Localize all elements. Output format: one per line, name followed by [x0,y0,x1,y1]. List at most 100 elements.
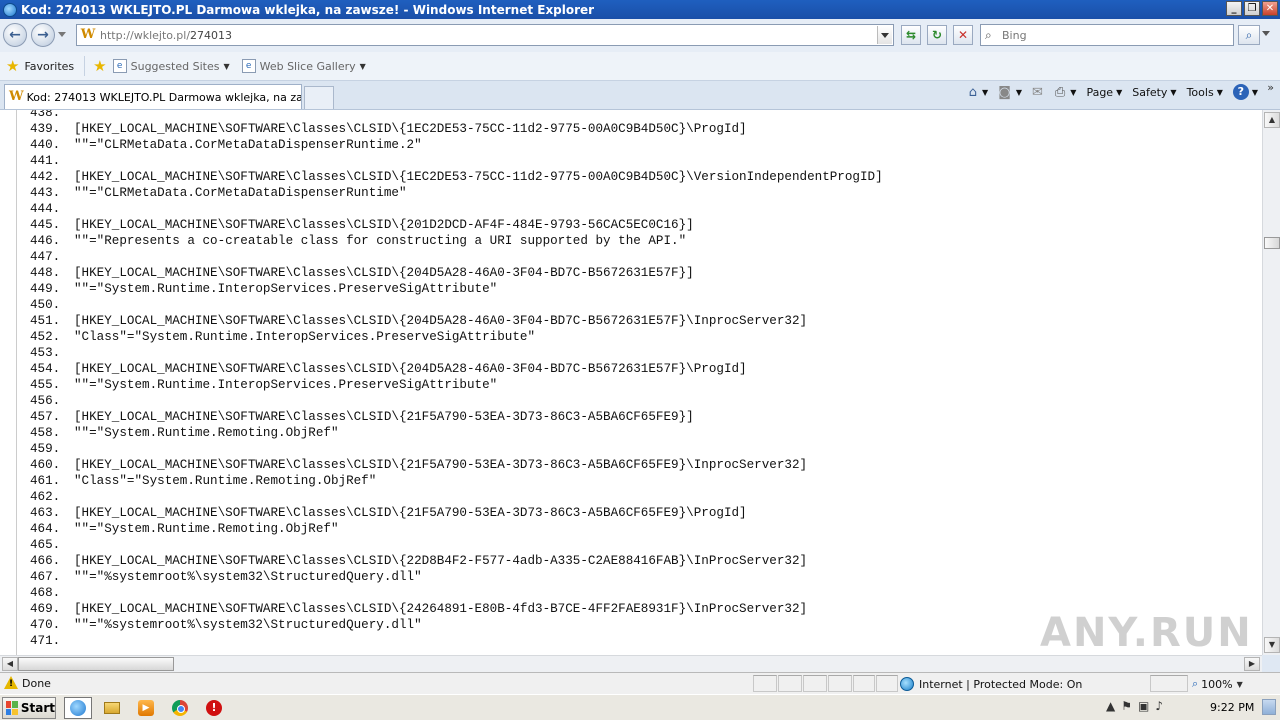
chevron-down-icon: ▼ [359,61,366,71]
horizontal-scrollbar[interactable]: ◀ ▶ [0,655,1262,672]
toolbar-overflow-icon[interactable]: » [1267,81,1274,94]
line-number: 442. [30,170,61,184]
network-icon[interactable]: ▣ [1138,699,1149,713]
scroll-down-icon[interactable]: ▼ [1264,637,1280,653]
favorites-button[interactable]: ★ Favorites [6,57,74,75]
address-url[interactable]: http://wklejto.pl/274013 [100,29,232,42]
taskbar-media-player-button[interactable]: ▶ [132,697,160,719]
restore-button[interactable]: ❐ [1244,1,1260,16]
horizontal-scroll-thumb[interactable] [18,657,174,671]
tray-expand-icon[interactable]: ▲ [1106,699,1115,713]
address-bar[interactable]: W http://wklejto.pl/274013 [76,24,894,46]
read-mail-button[interactable]: ✉ [1032,85,1045,100]
scroll-up-icon[interactable]: ▲ [1264,112,1280,128]
suggested-sites-icon: e [112,59,127,73]
suggested-sites-button[interactable]: e Suggested Sites ▼ [112,59,230,73]
scroll-left-icon[interactable]: ◀ [2,657,18,671]
code-line: 441. [30,153,883,169]
status-bar: ! Done Internet | Protected Mode: On ⌕ 1… [0,672,1280,694]
address-dropdown-icon[interactable] [877,26,892,44]
chevron-down-icon: ▼ [223,61,230,71]
show-desktop-button[interactable] [1262,699,1276,715]
status-cell [753,675,777,692]
ie-logo-icon [3,2,17,17]
tools-menu-label: Tools [1186,85,1214,99]
search-icon[interactable]: ⌕ [1238,25,1260,45]
code-line: 463. [HKEY_LOCAL_MACHINE\SOFTWARE\Classes… [30,505,883,521]
navigation-bar: ← → W http://wklejto.pl/274013 ⇆ ↻ ✕ ⌕ B… [0,19,1280,52]
page-menu-label: Page [1086,85,1114,99]
history-dropdown-icon[interactable] [58,32,66,37]
code-line: 452. "Class"="System.Runtime.InteropServi… [30,329,883,345]
printer-icon: ⎙ [1054,84,1066,100]
taskbar-explorer-button[interactable] [98,697,126,719]
refresh-icon[interactable]: ↻ [927,25,947,45]
vertical-scrollbar[interactable]: ▲ ▼ [1262,110,1280,655]
help-menu[interactable]: ? ▼ [1232,84,1258,100]
zoom-text: 100% [1201,677,1233,691]
home-icon: ⌂ [968,84,978,100]
line-text: [HKEY_LOCAL_MACHINE\SOFTWARE\Classes\CLS… [74,554,808,568]
line-number: 450. [30,298,61,312]
action-center-flag-icon[interactable]: ⚑ [1121,699,1132,713]
tools-menu[interactable]: Tools ▼ [1187,86,1223,99]
chevron-down-icon: ▼ [1170,87,1177,97]
line-text: ""="System.Runtime.InteropServices.Prese… [74,282,498,296]
home-button[interactable]: ⌂ ▼ [969,85,988,100]
minimize-button[interactable]: _ [1226,1,1242,16]
security-zone[interactable]: Internet | Protected Mode: On [900,677,1082,691]
code-line: 445. [HKEY_LOCAL_MACHINE\SOFTWARE\Classes… [30,217,883,233]
status-cell [876,675,898,692]
tab-title: Kod: 274013 WKLEJTO.PL Darmowa wklejka, … [26,90,301,104]
start-button[interactable]: Start [2,697,56,719]
compatibility-view-icon[interactable]: ⇆ [901,25,921,45]
tab-active[interactable]: W Kod: 274013 WKLEJTO.PL Darmowa wklejka… [4,84,302,109]
line-number: 469. [30,602,61,616]
line-number: 447. [30,250,61,264]
close-button[interactable]: ✕ [1262,1,1278,16]
code-line: 440. ""="CLRMetaData.CorMetaDataDispenser… [30,137,883,153]
favorites-bar: ★ Favorites ★ e Suggested Sites ▼ e Web … [0,52,1280,81]
volume-icon[interactable]: ♪ [1155,699,1163,713]
forward-arrow-icon[interactable]: → [31,23,55,47]
scroll-right-icon[interactable]: ▶ [1244,657,1260,671]
line-number: 438. [30,109,61,120]
stop-icon[interactable]: ✕ [953,25,973,45]
line-text: ""="%systemroot%\system32\StructuredQuer… [74,618,422,632]
line-number: 462. [30,490,61,504]
add-to-favorites-bar-icon[interactable]: ★ [93,57,106,75]
code-line: 442. [HKEY_LOCAL_MACHINE\SOFTWARE\Classes… [30,169,883,185]
new-tab-button[interactable] [304,86,334,109]
zoom-control[interactable]: ⌕ 100% ▼ [1192,677,1243,691]
line-text: [HKEY_LOCAL_MACHINE\SOFTWARE\Classes\CLS… [74,266,694,280]
taskbar-chrome-button[interactable] [166,697,194,719]
code-line: 451. [HKEY_LOCAL_MACHINE\SOFTWARE\Classes… [30,313,883,329]
protected-mode-cell[interactable] [1150,675,1188,692]
line-text: [HKEY_LOCAL_MACHINE\SOFTWARE\Classes\CLS… [74,362,747,376]
back-arrow-icon[interactable]: ← [3,23,27,47]
safety-menu[interactable]: Safety ▼ [1132,86,1176,99]
code-line: 462. [30,489,883,505]
window-title: Kod: 274013 WKLEJTO.PL Darmowa wklejka, … [21,2,595,17]
web-slice-gallery-button[interactable]: e Web Slice Gallery ▼ [241,59,366,73]
page-menu[interactable]: Page ▼ [1086,86,1122,99]
chevron-down-icon: ▼ [1070,87,1077,97]
chevron-down-icon: ▼ [1116,87,1123,97]
print-button[interactable]: ⎙ ▼ [1055,85,1077,100]
taskbar-ie-button[interactable] [64,697,92,719]
vertical-scroll-thumb[interactable] [1264,237,1280,249]
chevron-down-icon: ▼ [982,87,989,97]
globe-icon [900,677,914,691]
taskbar-clock[interactable]: 9:22 PM [1210,701,1254,714]
search-provider-icon: ⌕ [985,27,992,42]
search-options-dropdown-icon[interactable] [1262,31,1270,36]
line-number: 444. [30,202,61,216]
favorites-star-icon: ★ [6,57,20,75]
taskbar-stop-app-button[interactable]: ! [200,697,228,719]
feeds-button[interactable]: ◙ ▼ [998,85,1022,100]
line-number: 454. [30,362,61,376]
line-number: 468. [30,586,61,600]
search-box[interactable]: ⌕ Bing [980,24,1234,46]
line-text: ""="System.Runtime.InteropServices.Prese… [74,378,498,392]
line-text: [HKEY_LOCAL_MACHINE\SOFTWARE\Classes\CLS… [74,314,808,328]
